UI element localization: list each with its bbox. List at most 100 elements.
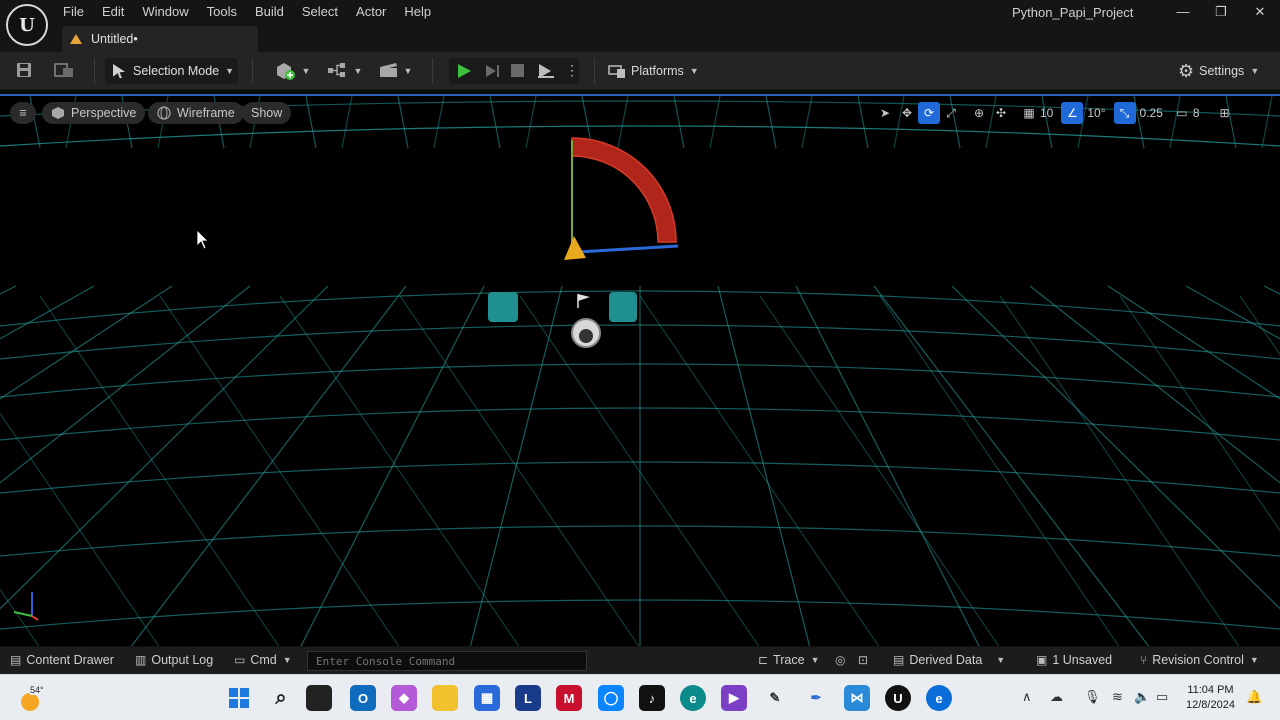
menu-file[interactable]: File [54, 0, 93, 24]
wireframe-button[interactable]: Wireframe [148, 102, 244, 124]
browse-content-icon[interactable] [54, 61, 74, 81]
close-button[interactable]: ✕ [1247, 2, 1273, 22]
save-icon[interactable] [14, 61, 34, 81]
l-app-icon[interactable]: L [515, 685, 541, 711]
viewport-menu-icon[interactable]: ≡ [10, 102, 36, 124]
console-command-input[interactable] [307, 651, 587, 671]
selection-mode-dropdown[interactable]: Selection Mode ▼ [105, 58, 238, 84]
rotation-snap-icon[interactable]: ∠ [1061, 102, 1084, 124]
scale-snap-value[interactable]: 0.25 [1140, 106, 1163, 120]
log-icon: ▥ [135, 653, 147, 667]
maximize-button[interactable]: ❐ [1208, 2, 1234, 22]
maximize-viewport-icon[interactable]: ⊞ [1214, 102, 1236, 124]
select-tool-icon[interactable]: ➤ [874, 102, 896, 124]
teal-cube-left[interactable] [488, 292, 518, 322]
play-icon[interactable] [458, 64, 471, 78]
level-viewport[interactable]: ≡ Perspective Wireframe Show ➤ ✥ ⟳ ⤢ ⊕ ✣… [0, 94, 1280, 646]
output-log-button[interactable]: ▥ Output Log [135, 653, 213, 667]
task-view-icon[interactable] [306, 685, 332, 711]
edge-icon[interactable]: e [680, 685, 706, 711]
menu-window[interactable]: Window [133, 0, 197, 24]
platforms-dropdown[interactable]: Platforms ▼ [608, 58, 699, 84]
feather-app-icon[interactable]: ✒ [803, 685, 829, 711]
more-options-icon[interactable]: ⋮ [565, 62, 579, 79]
level-tab[interactable]: Untitled• [62, 26, 258, 52]
record-icon[interactable]: ◎ [835, 653, 850, 667]
rotate-tool-icon[interactable]: ⟳ [918, 102, 940, 124]
wireframe-sphere-icon [157, 106, 171, 120]
menu-tools[interactable]: Tools [198, 0, 246, 24]
menu-edit[interactable]: Edit [93, 0, 133, 24]
cmd-dropdown[interactable]: ▭ Cmd ▼ [234, 653, 292, 667]
grid-snap-icon[interactable]: ▦ [1018, 102, 1040, 124]
windows-start-icon[interactable] [226, 685, 252, 711]
blue-app-icon[interactable]: ◯ [598, 685, 624, 711]
eject-icon[interactable] [537, 63, 555, 84]
player-start-flag-icon[interactable] [578, 294, 590, 301]
axis-indicator-y [13, 611, 33, 617]
file-explorer-icon[interactable] [432, 685, 458, 711]
revision-control-dropdown[interactable]: ⑂ Revision Control ▼ [1140, 653, 1259, 667]
minimize-button[interactable]: — [1170, 2, 1196, 22]
stop-icon[interactable] [511, 64, 524, 77]
add-actor-icon[interactable] [274, 61, 295, 81]
settings-label: Settings [1199, 64, 1245, 78]
cinematics-icon[interactable] [378, 61, 398, 81]
vscode-icon[interactable]: ⋈ [844, 685, 870, 711]
notification-bell-icon[interactable]: 🔔 [1246, 689, 1262, 705]
edge-beta-icon[interactable]: e [926, 685, 952, 711]
tiktok-icon[interactable]: ♪ [639, 685, 665, 711]
unreal-engine-taskbar-icon[interactable]: U [885, 685, 911, 711]
chevron-down-icon[interactable]: ▼ [296, 61, 316, 81]
menu-select[interactable]: Select [293, 0, 347, 24]
perspective-button[interactable]: Perspective [42, 102, 146, 124]
microsoft-store-icon[interactable]: ▦ [474, 685, 500, 711]
gizmo-x-axis[interactable] [577, 244, 679, 254]
translate-tool-icon[interactable]: ✥ [896, 102, 918, 124]
outlook-icon[interactable]: O [350, 685, 376, 711]
world-space-icon[interactable]: ⊕ [968, 102, 990, 124]
camera-speed-value[interactable]: 8 [1193, 106, 1200, 120]
rotation-gizmo-arc[interactable] [571, 137, 677, 243]
system-clock[interactable]: 11:04 PM 12/8/2024 [1186, 683, 1235, 713]
surface-snap-icon[interactable]: ✣ [990, 102, 1012, 124]
screenshot-icon[interactable]: ⊡ [858, 653, 873, 667]
chevron-down-icon[interactable]: ▼ [398, 61, 418, 81]
rotation-snap-value[interactable]: 10° [1087, 106, 1105, 120]
chevron-down-icon: ▼ [996, 655, 1006, 665]
mcafee-icon[interactable]: M [556, 685, 582, 711]
copilot-icon[interactable]: ◆ [391, 685, 417, 711]
viewport-transform-toolbar: ➤ ✥ ⟳ ⤢ ⊕ ✣ ▦ 10 ∠ 10° ⤡ 0.25 ▭ 8 ⊞ [874, 102, 1236, 124]
unsaved-button[interactable]: ▣ 1 Unsaved [1036, 653, 1112, 667]
clipchamp-icon[interactable]: ▶ [721, 685, 747, 711]
tray-cloud-icon[interactable]: ☁ [1050, 689, 1063, 705]
clock-time: 11:04 PM [1187, 684, 1234, 696]
wireframe-label: Wireframe [177, 106, 235, 120]
content-drawer-button[interactable]: ▤ Content Drawer [10, 653, 114, 667]
blueprint-icon[interactable] [326, 61, 346, 81]
step-icon[interactable] [485, 64, 501, 83]
derived-data-dropdown[interactable]: ▤ Derived Data ▼ [893, 653, 1005, 667]
trace-dropdown[interactable]: ⊏ Trace ▼ [758, 653, 819, 667]
grid-snap-value[interactable]: 10 [1040, 106, 1053, 120]
show-button[interactable]: Show [242, 102, 292, 124]
battery-icon[interactable]: ▭ [1156, 689, 1168, 705]
pen-app-icon[interactable]: ✎ [762, 685, 788, 711]
search-icon[interactable]: ⌕ [268, 685, 294, 711]
microphone-icon[interactable]: 🎙 [1084, 689, 1101, 705]
chevron-down-icon[interactable]: ▼ [348, 61, 368, 81]
menu-help[interactable]: Help [395, 0, 440, 24]
teal-cube-right[interactable] [609, 292, 637, 322]
weather-widget[interactable]: 54° [18, 681, 48, 715]
tray-overflow-icon[interactable]: ∧ [1022, 689, 1032, 705]
camera-speed-icon[interactable]: ▭ [1171, 102, 1193, 124]
volume-icon[interactable]: 🔈 [1134, 689, 1150, 705]
settings-dropdown[interactable]: ⚙ Settings ▼ [1178, 58, 1259, 84]
unreal-logo-icon[interactable]: U [6, 4, 48, 46]
menu-build[interactable]: Build [246, 0, 293, 24]
wifi-icon[interactable]: ≋ [1112, 689, 1123, 705]
menu-actor[interactable]: Actor [347, 0, 395, 24]
scale-snap-icon[interactable]: ⤡ [1113, 102, 1136, 124]
gizmo-origin-marker[interactable] [564, 236, 586, 260]
scale-tool-icon[interactable]: ⤢ [940, 102, 962, 124]
